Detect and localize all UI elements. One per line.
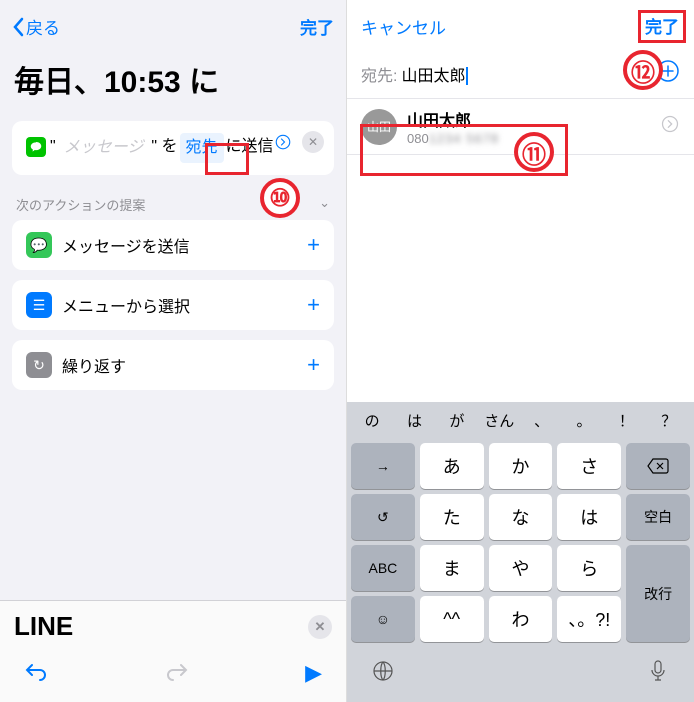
prediction[interactable]: の [351,410,393,431]
tail-text: に送信 [226,133,274,161]
prediction[interactable]: は [393,410,435,431]
quote-mid: " を [151,133,177,161]
suggestion-repeat[interactable]: ↻ 繰り返す + [12,340,334,390]
backspace-icon [646,457,670,475]
key-mic[interactable] [626,648,690,694]
contact-info: 山田太郎 0801234 5678 [407,107,499,146]
key-sa[interactable]: さ [557,443,621,489]
search-row[interactable]: LINE ✕ [0,601,346,652]
key-globe[interactable] [351,648,415,694]
suggestion-choose-menu[interactable]: ☰ メニューから選択 + [12,280,334,330]
key-emoji[interactable]: ☺ [351,596,415,642]
suggestions-header: 次のアクションの提案 ⌄ [0,185,346,220]
key-punct[interactable]: 、。?! [557,596,621,642]
suggestion-label: メッセージを送信 [62,233,190,257]
clear-action-icon[interactable]: ✕ [302,131,324,153]
back-button[interactable]: 戻る [12,14,60,39]
back-label: 戻る [26,14,60,39]
detail-arrow-icon[interactable] [274,133,292,151]
mic-icon [648,659,668,683]
globe-icon [371,659,395,683]
prediction[interactable]: ！ [605,410,647,431]
cancel-button[interactable]: キャンセル [361,14,446,39]
plus-icon[interactable]: + [307,352,320,378]
keyboard-bottom [347,648,694,702]
keyboard: の は が さん 、 。 ！ ？ → あ か さ ↺ た な は 空白 ABC … [347,402,694,702]
key-ha[interactable]: は [557,494,621,540]
message-token[interactable]: メッセージ [58,133,150,163]
key-backspace[interactable] [626,443,690,489]
recipient-value: 山田太郎 [401,62,656,86]
key-ta[interactable]: た [420,494,484,540]
spacer [420,648,621,694]
keyboard-grid: → あ か さ ↺ た な は 空白 ABC ま や ら 改行 ☺ ^^ わ 、… [347,439,694,648]
action-card[interactable]: " メッセージ " を 宛先 に送信 ✕ [12,121,334,175]
clear-search-icon[interactable]: ✕ [308,615,332,639]
contact-phone: 0801234 5678 [407,131,499,146]
search-text: LINE [14,611,73,642]
suggestion-send-message[interactable]: 💬 メッセージを送信 + [12,220,334,270]
nav-bar: キャンセル 完了 [347,0,694,49]
avatar: 山田 [361,109,397,145]
prediction[interactable]: 、 [521,410,563,431]
key-wa[interactable]: わ [489,596,553,642]
menu-icon: ☰ [26,292,52,318]
chevron-right-icon[interactable] [660,114,680,139]
undo-button[interactable] [24,661,48,686]
quote-open: " [50,133,56,161]
contact-picker-screen: キャンセル 完了 宛先: 山田太郎 山田 山田太郎 0801234 5678 ⑪… [347,0,694,702]
plus-icon[interactable]: + [307,292,320,318]
suggestions-header-label: 次のアクションの提案 [16,195,145,214]
key-return[interactable]: 改行 [626,545,690,642]
recipient-label: 宛先: [361,62,397,86]
recipient-field[interactable]: 宛先: 山田太郎 [347,49,694,99]
key-ka[interactable]: か [489,443,553,489]
automation-title: 毎日、10:53 に [0,49,346,121]
suggestion-label: メニューから選択 [62,293,190,317]
repeat-icon: ↻ [26,352,52,378]
prediction[interactable]: ？ [648,410,690,431]
key-space[interactable]: 空白 [626,494,690,540]
shortcuts-editor-screen: 戻る 完了 毎日、10:53 に " メッセージ " を 宛先 に送信 ✕ 次の… [0,0,347,702]
key-kaomoji[interactable]: ^^ [420,596,484,642]
nav-bar: 戻る 完了 [0,0,346,49]
suggestion-label: 繰り返す [62,353,126,377]
prediction-bar: の は が さん 、 。 ！ ？ [347,402,694,439]
done-button[interactable]: 完了 [638,10,686,43]
key-a[interactable]: あ [420,443,484,489]
line-app-icon [26,137,46,157]
key-na[interactable]: な [489,494,553,540]
message-icon: 💬 [26,232,52,258]
contact-row[interactable]: 山田 山田太郎 0801234 5678 [347,99,694,155]
prediction[interactable]: さん [478,410,520,431]
key-ma[interactable]: ま [420,545,484,591]
key-ra[interactable]: ら [557,545,621,591]
prediction[interactable]: が [436,410,478,431]
contact-name: 山田太郎 [407,107,499,131]
bottom-bar: LINE ✕ ▶ [0,600,346,702]
key-next[interactable]: → [351,443,415,489]
recipient-token[interactable]: 宛先 [180,133,224,163]
play-button[interactable]: ▶ [305,660,322,686]
toolbar: ▶ [0,652,346,702]
plus-icon[interactable]: + [307,232,320,258]
key-abc[interactable]: ABC [351,545,415,591]
add-contact-button[interactable] [656,59,680,88]
prediction[interactable]: 。 [563,410,605,431]
key-undo[interactable]: ↺ [351,494,415,540]
redo-button [165,661,189,686]
chevron-down-icon[interactable]: ⌄ [319,195,330,214]
chevron-left-icon [12,17,24,37]
done-button[interactable]: 完了 [300,14,334,39]
key-ya[interactable]: や [489,545,553,591]
